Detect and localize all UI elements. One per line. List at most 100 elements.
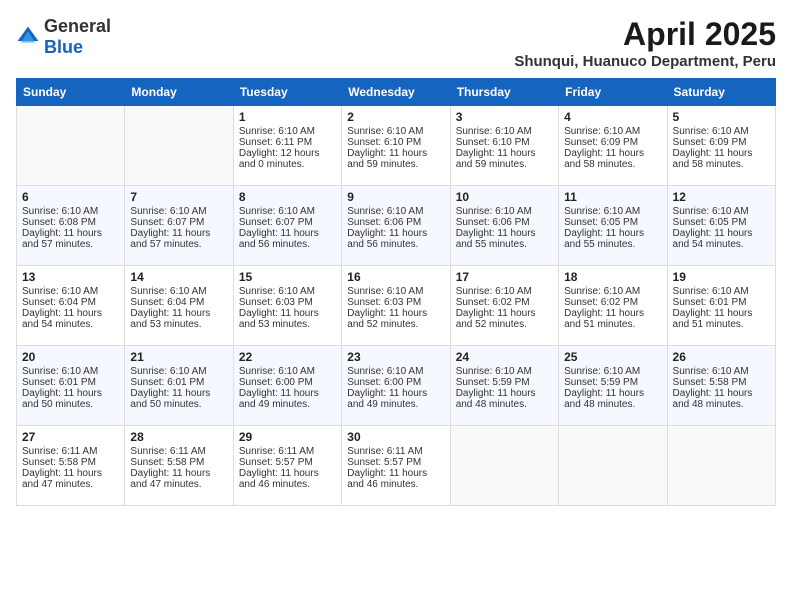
calendar-cell: 20Sunrise: 6:10 AMSunset: 6:01 PMDayligh… (17, 346, 125, 426)
sunrise-text: Sunrise: 6:10 AM (564, 366, 661, 377)
daylight-text: Daylight: 11 hours and 57 minutes. (22, 228, 119, 250)
daylight-text: Daylight: 11 hours and 53 minutes. (239, 308, 336, 330)
calendar-cell: 5Sunrise: 6:10 AMSunset: 6:09 PMDaylight… (667, 106, 775, 186)
calendar-cell: 28Sunrise: 6:11 AMSunset: 5:58 PMDayligh… (125, 426, 233, 506)
sunrise-text: Sunrise: 6:10 AM (130, 286, 227, 297)
day-number: 20 (22, 350, 119, 364)
sunset-text: Sunset: 5:58 PM (22, 457, 119, 468)
calendar-cell: 16Sunrise: 6:10 AMSunset: 6:03 PMDayligh… (342, 266, 450, 346)
daylight-text: Daylight: 11 hours and 54 minutes. (673, 228, 770, 250)
calendar-cell: 23Sunrise: 6:10 AMSunset: 6:00 PMDayligh… (342, 346, 450, 426)
daylight-text: Daylight: 11 hours and 48 minutes. (564, 388, 661, 410)
sunset-text: Sunset: 6:02 PM (456, 297, 553, 308)
daylight-text: Daylight: 11 hours and 52 minutes. (347, 308, 444, 330)
sunrise-text: Sunrise: 6:10 AM (456, 206, 553, 217)
daylight-text: Daylight: 11 hours and 57 minutes. (130, 228, 227, 250)
day-number: 1 (239, 110, 336, 124)
logo-general: General (44, 16, 111, 36)
daylight-text: Daylight: 11 hours and 50 minutes. (130, 388, 227, 410)
daylight-text: Daylight: 11 hours and 47 minutes. (130, 468, 227, 490)
sunrise-text: Sunrise: 6:10 AM (130, 366, 227, 377)
calendar-cell: 4Sunrise: 6:10 AMSunset: 6:09 PMDaylight… (559, 106, 667, 186)
daylight-text: Daylight: 11 hours and 51 minutes. (564, 308, 661, 330)
day-number: 16 (347, 270, 444, 284)
sunset-text: Sunset: 6:09 PM (673, 137, 770, 148)
logo-icon (16, 25, 40, 49)
day-number: 12 (673, 190, 770, 204)
calendar-cell (17, 106, 125, 186)
calendar-cell: 24Sunrise: 6:10 AMSunset: 5:59 PMDayligh… (450, 346, 558, 426)
sunset-text: Sunset: 6:05 PM (564, 217, 661, 228)
day-header-sunday: Sunday (17, 79, 125, 106)
daylight-text: Daylight: 11 hours and 50 minutes. (22, 388, 119, 410)
sunrise-text: Sunrise: 6:10 AM (673, 126, 770, 137)
day-number: 19 (673, 270, 770, 284)
calendar-week-row: 27Sunrise: 6:11 AMSunset: 5:58 PMDayligh… (17, 426, 776, 506)
sunset-text: Sunset: 6:02 PM (564, 297, 661, 308)
sunset-text: Sunset: 6:04 PM (22, 297, 119, 308)
day-header-saturday: Saturday (667, 79, 775, 106)
daylight-text: Daylight: 11 hours and 49 minutes. (239, 388, 336, 410)
calendar-cell: 9Sunrise: 6:10 AMSunset: 6:06 PMDaylight… (342, 186, 450, 266)
calendar-cell: 12Sunrise: 6:10 AMSunset: 6:05 PMDayligh… (667, 186, 775, 266)
calendar-week-row: 20Sunrise: 6:10 AMSunset: 6:01 PMDayligh… (17, 346, 776, 426)
sunset-text: Sunset: 6:06 PM (347, 217, 444, 228)
sunrise-text: Sunrise: 6:10 AM (22, 206, 119, 217)
sunset-text: Sunset: 6:01 PM (673, 297, 770, 308)
calendar-week-row: 6Sunrise: 6:10 AMSunset: 6:08 PMDaylight… (17, 186, 776, 266)
sunset-text: Sunset: 6:07 PM (130, 217, 227, 228)
sunrise-text: Sunrise: 6:10 AM (347, 206, 444, 217)
calendar-cell (450, 426, 558, 506)
sunrise-text: Sunrise: 6:10 AM (673, 206, 770, 217)
day-number: 5 (673, 110, 770, 124)
calendar-cell: 6Sunrise: 6:10 AMSunset: 6:08 PMDaylight… (17, 186, 125, 266)
day-number: 7 (130, 190, 227, 204)
daylight-text: Daylight: 11 hours and 54 minutes. (22, 308, 119, 330)
day-number: 15 (239, 270, 336, 284)
sunset-text: Sunset: 6:00 PM (239, 377, 336, 388)
sunrise-text: Sunrise: 6:10 AM (22, 286, 119, 297)
sunrise-text: Sunrise: 6:10 AM (239, 126, 336, 137)
sunset-text: Sunset: 6:07 PM (239, 217, 336, 228)
sunrise-text: Sunrise: 6:11 AM (22, 446, 119, 457)
day-header-thursday: Thursday (450, 79, 558, 106)
sunrise-text: Sunrise: 6:10 AM (347, 366, 444, 377)
daylight-text: Daylight: 11 hours and 48 minutes. (673, 388, 770, 410)
sunset-text: Sunset: 5:57 PM (239, 457, 336, 468)
sunset-text: Sunset: 5:59 PM (456, 377, 553, 388)
day-number: 11 (564, 190, 661, 204)
calendar-cell: 21Sunrise: 6:10 AMSunset: 6:01 PMDayligh… (125, 346, 233, 426)
day-number: 17 (456, 270, 553, 284)
sunset-text: Sunset: 6:09 PM (564, 137, 661, 148)
daylight-text: Daylight: 11 hours and 48 minutes. (456, 388, 553, 410)
sunrise-text: Sunrise: 6:10 AM (347, 286, 444, 297)
day-header-friday: Friday (559, 79, 667, 106)
sunrise-text: Sunrise: 6:10 AM (456, 286, 553, 297)
day-number: 29 (239, 430, 336, 444)
sunset-text: Sunset: 6:04 PM (130, 297, 227, 308)
calendar-cell (559, 426, 667, 506)
calendar-cell: 18Sunrise: 6:10 AMSunset: 6:02 PMDayligh… (559, 266, 667, 346)
day-number: 26 (673, 350, 770, 364)
daylight-text: Daylight: 11 hours and 55 minutes. (564, 228, 661, 250)
day-number: 3 (456, 110, 553, 124)
subtitle: Shunqui, Huanuco Department, Peru (514, 53, 776, 70)
sunset-text: Sunset: 6:06 PM (456, 217, 553, 228)
day-number: 8 (239, 190, 336, 204)
calendar-week-row: 1Sunrise: 6:10 AMSunset: 6:11 PMDaylight… (17, 106, 776, 186)
day-number: 23 (347, 350, 444, 364)
daylight-text: Daylight: 11 hours and 59 minutes. (347, 148, 444, 170)
sunset-text: Sunset: 5:57 PM (347, 457, 444, 468)
sunset-text: Sunset: 5:58 PM (130, 457, 227, 468)
sunrise-text: Sunrise: 6:11 AM (130, 446, 227, 457)
sunset-text: Sunset: 5:58 PM (673, 377, 770, 388)
day-number: 24 (456, 350, 553, 364)
calendar-cell: 29Sunrise: 6:11 AMSunset: 5:57 PMDayligh… (233, 426, 341, 506)
calendar-cell: 26Sunrise: 6:10 AMSunset: 5:58 PMDayligh… (667, 346, 775, 426)
daylight-text: Daylight: 11 hours and 46 minutes. (347, 468, 444, 490)
day-number: 10 (456, 190, 553, 204)
main-title: April 2025 (514, 16, 776, 53)
day-number: 18 (564, 270, 661, 284)
sunrise-text: Sunrise: 6:10 AM (239, 366, 336, 377)
sunset-text: Sunset: 6:00 PM (347, 377, 444, 388)
